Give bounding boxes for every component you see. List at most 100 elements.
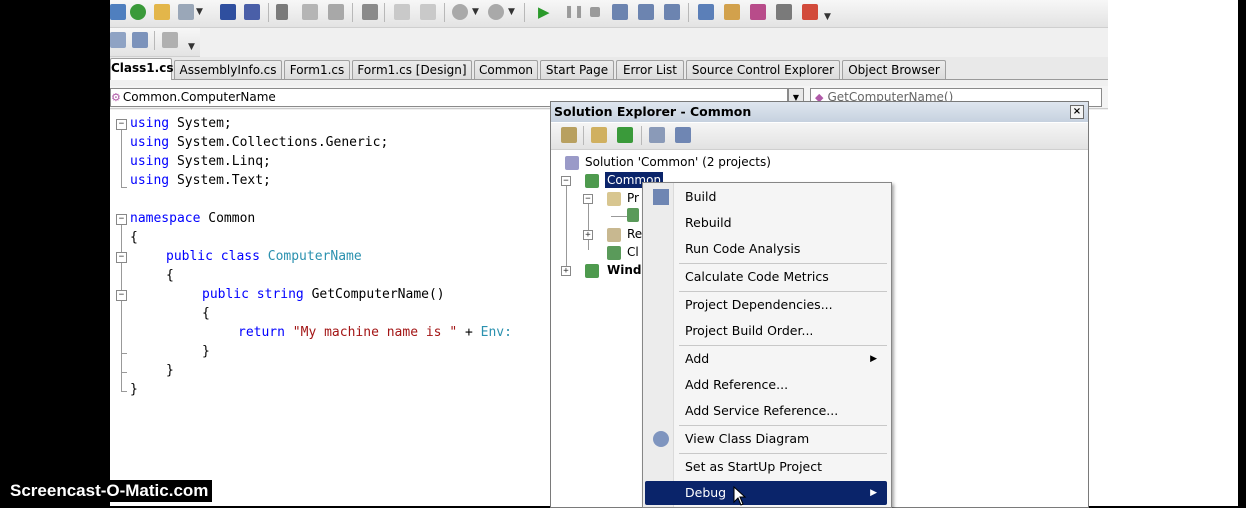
tab-start-page[interactable]: Start Page bbox=[540, 60, 614, 79]
collapse-icon[interactable]: − bbox=[116, 214, 127, 225]
menu-item-set-startup-project[interactable]: Set as StartUp Project bbox=[645, 455, 887, 479]
error-list-icon[interactable] bbox=[802, 4, 818, 20]
csharp-project-icon bbox=[585, 174, 599, 188]
collapse-icon[interactable]: − bbox=[116, 252, 127, 263]
grid-icon[interactable] bbox=[178, 4, 194, 20]
keyword: using bbox=[130, 135, 170, 150]
collapse-icon[interactable]: − bbox=[583, 194, 593, 204]
snap-grid-icon[interactable] bbox=[132, 32, 148, 48]
tree-item-class-file[interactable]: Cl bbox=[627, 244, 639, 260]
tab-source-control-explorer[interactable]: Source Control Explorer bbox=[686, 60, 840, 79]
collapse-icon[interactable]: − bbox=[116, 119, 127, 130]
tab-form1-design[interactable]: Form1.cs [Design] bbox=[352, 60, 472, 79]
start-debugging-icon[interactable]: ▶ bbox=[538, 3, 550, 21]
menu-item-view-class-diagram[interactable]: View Class Diagram bbox=[645, 427, 887, 451]
window-title: Solution Explorer - Common bbox=[554, 104, 752, 119]
toolbar-separator bbox=[641, 126, 642, 145]
copy-icon[interactable] bbox=[302, 4, 318, 20]
expand-icon[interactable]: + bbox=[583, 230, 593, 240]
pause-icon[interactable]: ❚❚ bbox=[564, 4, 584, 18]
undo-icon[interactable] bbox=[452, 4, 468, 20]
collapse-icon[interactable]: − bbox=[116, 290, 127, 301]
add-item-icon[interactable] bbox=[110, 4, 126, 20]
show-all-files-icon[interactable] bbox=[591, 127, 607, 143]
align-grid-icon[interactable] bbox=[110, 32, 126, 48]
refresh-icon[interactable] bbox=[617, 127, 633, 143]
tab-assemblyinfo-cs[interactable]: AssemblyInfo.cs bbox=[174, 60, 282, 79]
stop-icon[interactable] bbox=[590, 7, 600, 17]
redo-icon[interactable] bbox=[488, 4, 504, 20]
comment-icon[interactable] bbox=[394, 4, 410, 20]
tab-class1-cs[interactable]: Class1.cs bbox=[110, 58, 173, 80]
menu-item-rebuild[interactable]: Rebuild bbox=[645, 211, 887, 235]
properties-icon[interactable] bbox=[561, 127, 577, 143]
code-text: System.Linq; bbox=[169, 154, 271, 169]
chevron-down-icon[interactable]: ▼ bbox=[196, 7, 203, 17]
code-text: { bbox=[166, 268, 174, 283]
menu-item-debug[interactable]: Debug ▶ bbox=[645, 481, 887, 505]
menu-item-build[interactable]: Build bbox=[645, 185, 887, 209]
properties-window-icon[interactable] bbox=[724, 4, 740, 20]
menu-item-add-service-reference[interactable]: Add Service Reference... bbox=[645, 399, 887, 423]
web-icon[interactable] bbox=[130, 4, 146, 20]
menu-item-add[interactable]: Add ▶ bbox=[645, 347, 887, 371]
code-line: { bbox=[166, 266, 174, 285]
open-folder-icon[interactable] bbox=[154, 4, 170, 20]
code-line: using System.Collections.Generic; bbox=[130, 133, 388, 152]
step-over-icon[interactable] bbox=[638, 4, 654, 20]
close-icon[interactable]: × bbox=[1070, 105, 1084, 119]
menu-item-add-reference[interactable]: Add Reference... bbox=[645, 373, 887, 397]
outline-guide bbox=[121, 130, 122, 188]
toolbar-separator bbox=[688, 3, 689, 22]
uncomment-icon[interactable] bbox=[420, 4, 436, 20]
expand-icon[interactable]: + bbox=[561, 266, 571, 276]
save-icon[interactable] bbox=[220, 4, 236, 20]
delete-icon[interactable] bbox=[162, 32, 178, 48]
find-in-files-icon[interactable] bbox=[698, 4, 714, 20]
toolbar-overflow-icon[interactable]: ▼ bbox=[824, 12, 831, 22]
menu-item-project-dependencies[interactable]: Project Dependencies... bbox=[645, 293, 887, 317]
tree-item-properties[interactable]: Pr bbox=[627, 190, 639, 206]
type-name: Env: bbox=[480, 325, 512, 340]
view-class-diagram-icon[interactable] bbox=[675, 127, 691, 143]
chevron-down-icon[interactable]: ▼ bbox=[508, 7, 515, 17]
paste-icon[interactable] bbox=[328, 4, 344, 20]
view-code-icon[interactable] bbox=[649, 127, 665, 143]
tab-label: Start Page bbox=[545, 63, 609, 77]
tree-item-solution[interactable]: Solution 'Common' (2 projects) bbox=[585, 154, 771, 170]
tree-item-references[interactable]: Re bbox=[627, 226, 642, 242]
toolbar-separator bbox=[444, 3, 445, 22]
solution-explorer-title-bar[interactable]: Solution Explorer - Common × bbox=[551, 102, 1088, 122]
screencast-watermark: Screencast-O-Matic.com bbox=[6, 480, 213, 502]
menu-item-run-code-analysis[interactable]: Run Code Analysis bbox=[645, 237, 887, 261]
outline-guide bbox=[121, 187, 127, 188]
tab-form1-cs[interactable]: Form1.cs bbox=[284, 60, 350, 79]
layout-toolbar: ▼ bbox=[110, 28, 200, 57]
menu-label: Rebuild bbox=[685, 215, 732, 230]
menu-item-calculate-code-metrics[interactable]: Calculate Code Metrics bbox=[645, 265, 887, 289]
step-into-icon[interactable] bbox=[612, 4, 628, 20]
tab-object-browser[interactable]: Object Browser bbox=[842, 60, 946, 79]
code-text: System.Text; bbox=[169, 173, 271, 188]
step-out-icon[interactable] bbox=[664, 4, 680, 20]
object-browser-icon[interactable] bbox=[750, 4, 766, 20]
submenu-arrow-icon: ▶ bbox=[870, 354, 877, 364]
cut-icon[interactable] bbox=[276, 4, 288, 20]
code-line: { bbox=[202, 304, 210, 323]
collapse-icon[interactable]: − bbox=[561, 176, 571, 186]
toolbar-separator bbox=[583, 126, 584, 145]
toolbar-separator bbox=[154, 31, 155, 50]
menu-item-project-build-order[interactable]: Project Build Order... bbox=[645, 319, 887, 343]
tab-common[interactable]: Common bbox=[474, 60, 538, 79]
close-glyph: × bbox=[1072, 106, 1082, 117]
code-text: GetComputerName() bbox=[303, 287, 445, 302]
menu-separator bbox=[679, 453, 887, 454]
code-text: + bbox=[457, 325, 481, 340]
chevron-down-icon[interactable]: ▼ bbox=[472, 7, 479, 17]
find-icon[interactable] bbox=[362, 4, 378, 20]
toolbox-icon[interactable] bbox=[776, 4, 792, 20]
toolbar-overflow-icon[interactable]: ▼ bbox=[188, 42, 195, 52]
code-text: } bbox=[166, 363, 174, 378]
save-all-icon[interactable] bbox=[244, 4, 260, 20]
tab-error-list[interactable]: Error List bbox=[616, 60, 684, 79]
